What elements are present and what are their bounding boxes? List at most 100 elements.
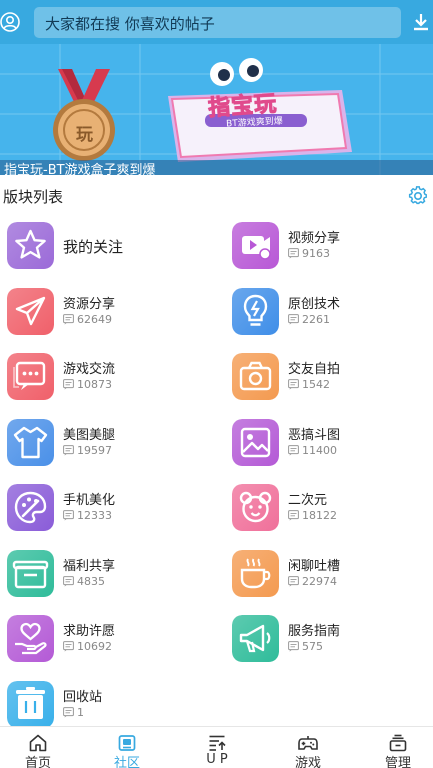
tab-games[interactable]: 游戏 bbox=[265, 727, 351, 768]
board-item[interactable]: 视频分享 9163 bbox=[232, 222, 433, 278]
tab-label: 游戏 bbox=[294, 756, 321, 768]
tab-home[interactable]: 首页 bbox=[0, 727, 81, 768]
video-icon bbox=[232, 222, 279, 269]
board-count-value: 575 bbox=[302, 640, 323, 653]
board-item[interactable]: 我的关注 bbox=[7, 222, 217, 278]
board-post-count: 1 bbox=[63, 706, 84, 719]
post-count-icon bbox=[288, 445, 299, 456]
board-count-value: 22974 bbox=[302, 575, 337, 588]
tab-community[interactable]: 社区 bbox=[84, 727, 170, 768]
post-count-icon bbox=[63, 576, 74, 587]
board-count-value: 10873 bbox=[77, 378, 112, 391]
board-item[interactable]: 手机美化 12333 bbox=[7, 484, 217, 540]
palette-icon bbox=[7, 484, 54, 531]
tab-label: 首页 bbox=[24, 756, 51, 768]
medal-graphic bbox=[53, 69, 115, 161]
board-post-count: 575 bbox=[288, 640, 323, 653]
board-post-count: 4835 bbox=[63, 575, 105, 588]
post-count-icon bbox=[288, 641, 299, 652]
board-item[interactable]: 求助许愿 10692 bbox=[7, 615, 217, 671]
top-bar: 大家都在搜 你喜欢的帖子 bbox=[0, 0, 433, 44]
trash-icon bbox=[7, 681, 54, 728]
board-name: 服务指南 bbox=[288, 624, 341, 639]
bear-icon bbox=[232, 484, 279, 531]
board-count-value: 1542 bbox=[302, 378, 330, 391]
home-icon bbox=[29, 734, 47, 752]
coffee-icon bbox=[232, 550, 279, 597]
board-name: 交友自拍 bbox=[288, 362, 341, 377]
user-avatar-icon[interactable] bbox=[0, 12, 20, 32]
section-header: 版块列表 bbox=[0, 175, 433, 215]
board-post-count: 62649 bbox=[63, 313, 112, 326]
post-count-icon bbox=[63, 641, 74, 652]
board-name: 我的关注 bbox=[63, 238, 124, 256]
board-post-count: 12333 bbox=[63, 509, 112, 522]
post-count-icon bbox=[63, 707, 74, 718]
board-count-value: 11400 bbox=[302, 444, 337, 457]
medal-text: 玩 bbox=[76, 125, 93, 145]
board-name: 游戏交流 bbox=[63, 362, 116, 377]
post-count-icon bbox=[288, 576, 299, 587]
board-name: 回收站 bbox=[63, 690, 103, 705]
download-icon[interactable] bbox=[411, 12, 431, 32]
board-name: 美图美腿 bbox=[63, 428, 116, 443]
post-count-icon bbox=[63, 379, 74, 390]
board-item[interactable]: 二次元 18122 bbox=[232, 484, 433, 540]
board-count-value: 4835 bbox=[77, 575, 105, 588]
board-post-count: 19597 bbox=[63, 444, 112, 457]
board-item[interactable]: 福利共享 4835 bbox=[7, 550, 217, 606]
gift-icon bbox=[7, 550, 54, 597]
megaphone-icon bbox=[232, 615, 279, 662]
manage-icon bbox=[389, 734, 407, 752]
board-post-count: 11400 bbox=[288, 444, 337, 457]
gear-icon[interactable] bbox=[408, 185, 428, 205]
board-post-count: 10873 bbox=[63, 378, 112, 391]
board-item[interactable]: 美图美腿 19597 bbox=[7, 419, 217, 475]
board-count-value: 9163 bbox=[302, 247, 330, 260]
board-count-value: 2261 bbox=[302, 313, 330, 326]
board-item[interactable]: 交友自拍 1542 bbox=[232, 353, 433, 409]
post-count-icon bbox=[288, 379, 299, 390]
board-item[interactable]: 闲聊吐槽 22974 bbox=[232, 550, 433, 606]
lightbulb-icon bbox=[232, 288, 279, 335]
board-name: 视频分享 bbox=[288, 231, 341, 246]
post-count-icon bbox=[63, 314, 74, 325]
board-count-value: 19597 bbox=[77, 444, 112, 457]
board-post-count: 18122 bbox=[288, 509, 337, 522]
board-item[interactable]: 恶搞斗图 11400 bbox=[232, 419, 433, 475]
post-count-icon bbox=[288, 314, 299, 325]
board-item[interactable]: 资源分享 62649 bbox=[7, 288, 217, 344]
board-item[interactable]: 原创技术 2261 bbox=[232, 288, 433, 344]
search-placeholder: 大家都在搜 你喜欢的帖子 bbox=[45, 15, 215, 33]
board-name: 手机美化 bbox=[63, 493, 116, 508]
board-count-value: 62649 bbox=[77, 313, 112, 326]
board-name: 恶搞斗图 bbox=[288, 428, 341, 443]
post-count-icon bbox=[63, 445, 74, 456]
chat-icon bbox=[7, 353, 54, 400]
community-icon bbox=[118, 735, 136, 751]
tab-manage[interactable]: 管理 bbox=[355, 727, 433, 768]
board-name: 闲聊吐槽 bbox=[288, 559, 341, 574]
tab-label: 社区 bbox=[113, 756, 140, 768]
board-post-count: 2261 bbox=[288, 313, 330, 326]
section-title: 版块列表 bbox=[3, 188, 64, 206]
board-name: 求助许愿 bbox=[63, 624, 116, 639]
gamepad-icon bbox=[298, 736, 318, 750]
up-icon bbox=[209, 735, 226, 751]
banner-caption-bar: 指宝玩-BT游戏盒子爽到爆 bbox=[0, 160, 433, 178]
board-item[interactable]: 游戏交流 10873 bbox=[7, 353, 217, 409]
promo-banner[interactable]: 玩 指宝玩 BT游戏爽到爆 bbox=[0, 44, 433, 175]
tab-up[interactable]: U P bbox=[174, 727, 260, 768]
post-count-icon bbox=[288, 510, 299, 521]
board-post-count: 9163 bbox=[288, 247, 330, 260]
heart-hand-icon bbox=[7, 615, 54, 662]
board-post-count: 22974 bbox=[288, 575, 337, 588]
paper-plane-icon bbox=[7, 288, 54, 335]
board-item[interactable]: 服务指南 575 bbox=[232, 615, 433, 671]
board-name: 资源分享 bbox=[63, 297, 116, 312]
board-count-value: 18122 bbox=[302, 509, 337, 522]
board-count-value: 1 bbox=[77, 706, 84, 719]
post-count-icon bbox=[288, 248, 299, 259]
post-count-icon bbox=[63, 510, 74, 521]
search-input[interactable]: 大家都在搜 你喜欢的帖子 bbox=[34, 7, 401, 38]
